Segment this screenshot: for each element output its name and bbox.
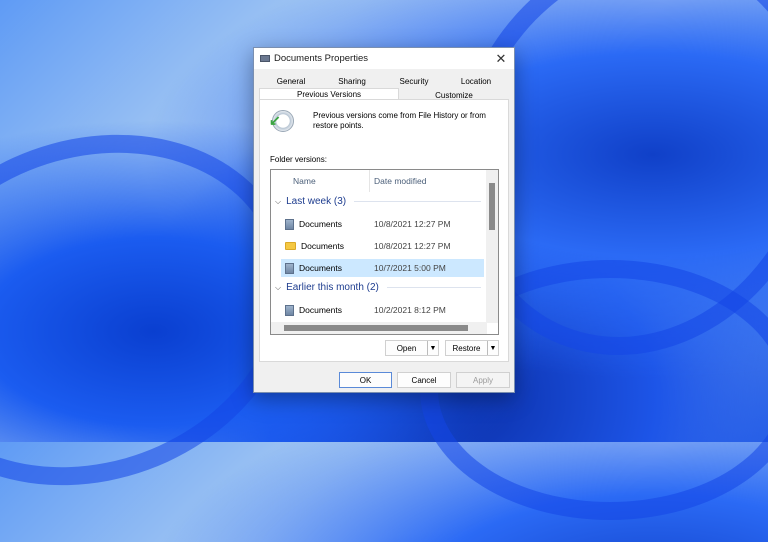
versions-list[interactable]: Name Date modified ⌵ Last week (3) Docume… [270, 169, 499, 335]
list-item-selected[interactable]: Documents 10/7/2021 5:00 PM [281, 259, 484, 277]
column-name[interactable]: Name [293, 176, 316, 186]
vertical-scrollbar[interactable] [486, 170, 498, 323]
restore-arrow-icon: ↙ [269, 112, 281, 128]
item-date: 10/8/2021 12:27 PM [374, 241, 451, 251]
list-header: Name Date modified [271, 170, 487, 192]
item-name: Documents [299, 305, 342, 315]
open-label: Open [396, 343, 417, 353]
column-date-modified[interactable]: Date modified [374, 176, 426, 186]
tab-location[interactable]: Location [450, 77, 502, 86]
item-name: Documents [299, 219, 342, 229]
tab-strip: General Sharing Security Location Previo… [254, 69, 514, 102]
chevron-down-icon: ⌵ [275, 196, 282, 206]
open-dropdown-icon[interactable]: ▼ [427, 341, 438, 355]
item-date: 10/7/2021 5:00 PM [374, 263, 446, 273]
list-item[interactable]: Documents 10/2/2021 8:12 PM [281, 301, 484, 319]
tab-security[interactable]: Security [388, 77, 440, 86]
properties-dialog: Documents Properties ✕ General Sharing S… [253, 47, 515, 393]
tab-general[interactable]: General [266, 77, 316, 86]
restore-button[interactable]: Restore ▼ [445, 340, 499, 356]
list-item[interactable]: Documents 10/8/2021 12:27 PM [281, 237, 484, 255]
previous-versions-panel: ↙ Previous versions come from File Histo… [259, 99, 509, 362]
folder-versions-label: Folder versions: [270, 155, 327, 164]
ok-button[interactable]: OK [339, 372, 392, 388]
restore-dropdown-icon[interactable]: ▼ [487, 341, 498, 355]
horizontal-scrollbar[interactable] [271, 322, 487, 334]
document-icon [285, 218, 294, 230]
apply-button[interactable]: Apply [456, 372, 510, 388]
open-button[interactable]: Open ▼ [385, 340, 439, 356]
item-name: Documents [301, 241, 344, 251]
item-name: Documents [299, 263, 342, 273]
info-text: Previous versions come from File History… [313, 111, 486, 130]
scrollbar-thumb[interactable] [489, 183, 495, 230]
group-header[interactable]: ⌵ Earlier this month (2) [275, 282, 481, 293]
close-button[interactable]: ✕ [488, 51, 514, 67]
tab-sharing[interactable]: Sharing [326, 77, 378, 86]
folder-icon [260, 55, 270, 62]
column-divider [369, 170, 370, 192]
dialog-title: Documents Properties [274, 53, 368, 64]
item-date: 10/8/2021 12:27 PM [374, 219, 451, 229]
chevron-down-icon: ⌵ [275, 282, 282, 292]
title-bar: Documents Properties ✕ [254, 48, 514, 69]
folder-icon [285, 242, 296, 250]
group-label: Earlier this month (2) [286, 282, 379, 293]
document-icon [285, 262, 294, 274]
group-header[interactable]: ⌵ Last week (3) [275, 196, 481, 207]
cancel-button[interactable]: Cancel [397, 372, 451, 388]
item-date: 10/2/2021 8:12 PM [374, 305, 446, 315]
group-label: Last week (3) [286, 196, 347, 207]
restore-label: Restore [452, 343, 481, 353]
scrollbar-thumb[interactable] [284, 325, 468, 331]
document-icon [285, 304, 294, 316]
list-item[interactable]: Documents 10/8/2021 12:27 PM [281, 215, 484, 233]
